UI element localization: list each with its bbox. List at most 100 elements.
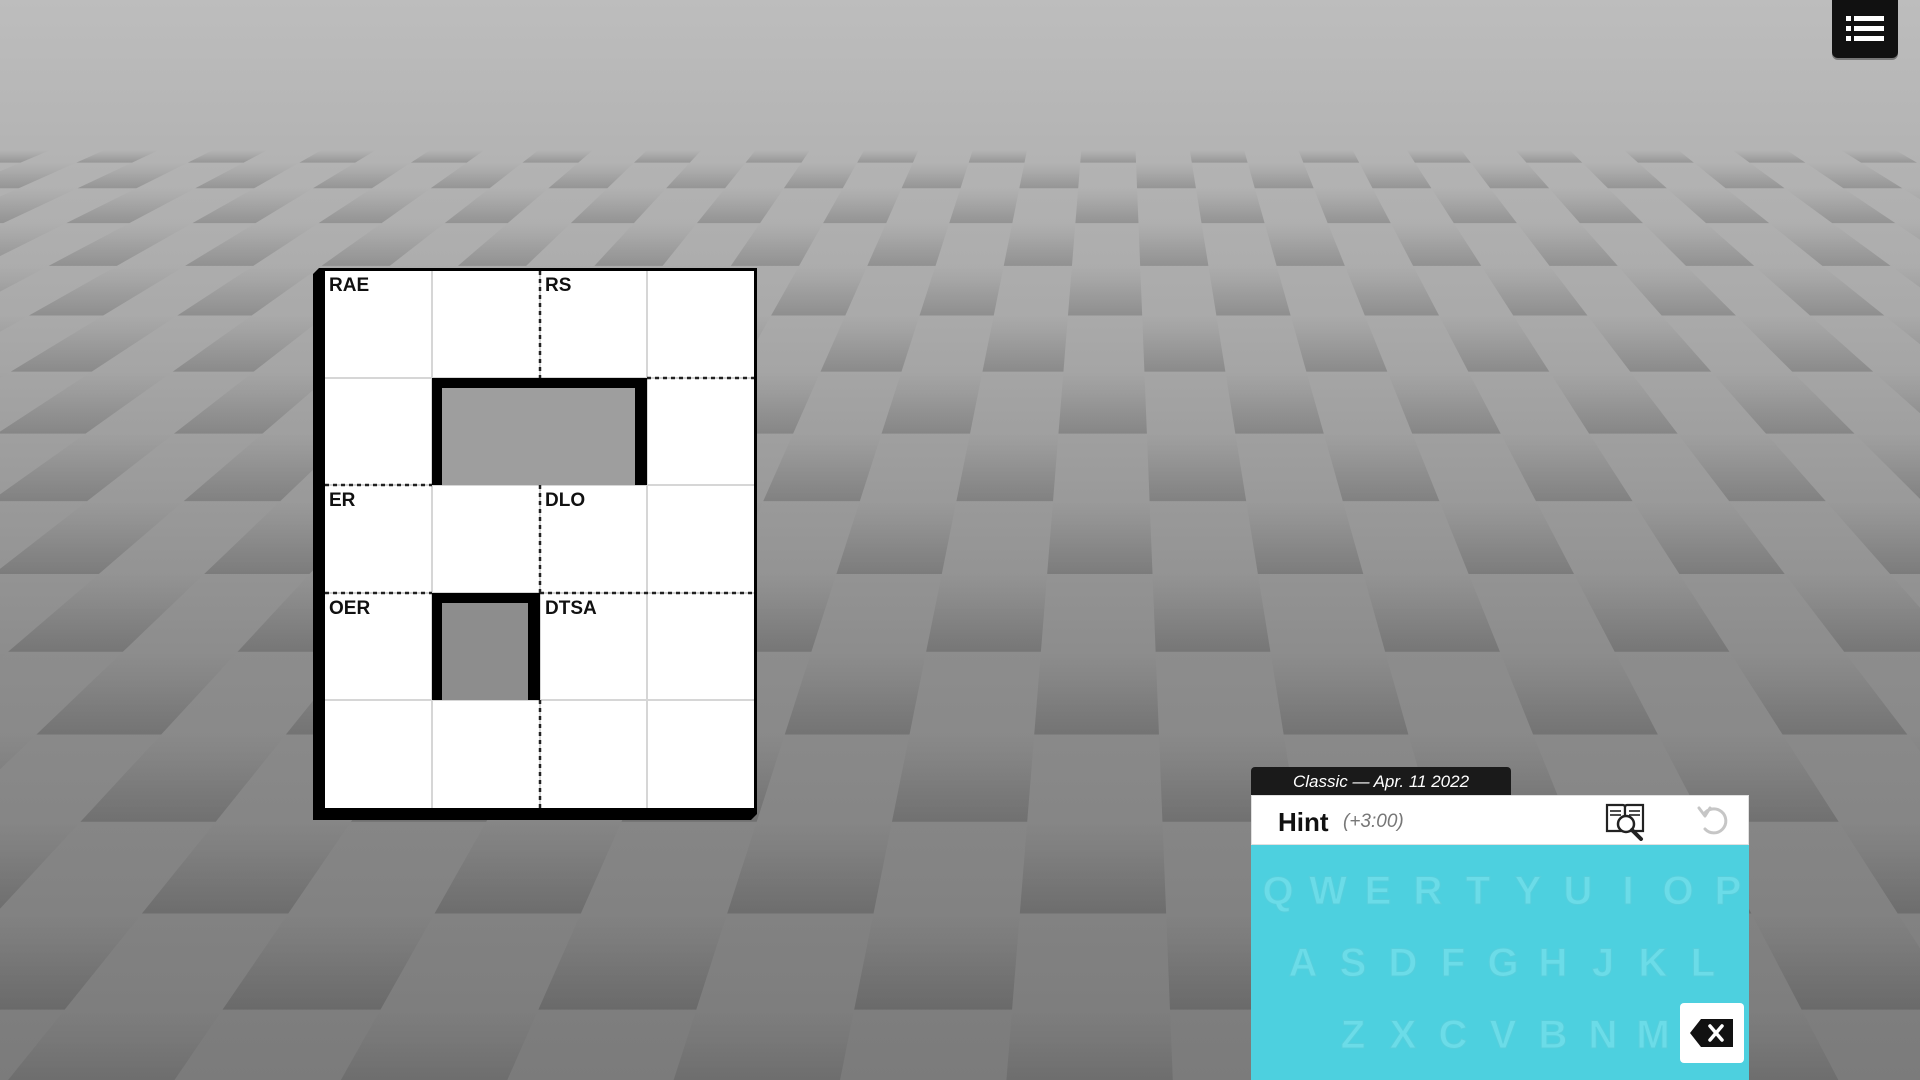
floor-tile bbox=[77, 162, 188, 189]
key-z[interactable]: Z bbox=[1330, 1005, 1376, 1065]
book-magnifier-icon[interactable] bbox=[1604, 801, 1646, 841]
key-j[interactable]: J bbox=[1580, 933, 1626, 993]
hint-penalty: (+3:00) bbox=[1343, 811, 1404, 832]
floor-tile bbox=[76, 150, 159, 163]
key-c[interactable]: C bbox=[1430, 1005, 1476, 1065]
floor-tile bbox=[836, 501, 957, 574]
hint-button[interactable]: Hint bbox=[1278, 807, 1329, 838]
key-h[interactable]: H bbox=[1530, 933, 1576, 993]
floor-tile bbox=[1138, 223, 1209, 266]
floor-tile bbox=[1499, 651, 1658, 735]
key-s[interactable]: S bbox=[1330, 933, 1376, 993]
undo-icon[interactable] bbox=[1696, 802, 1734, 840]
clue-label: DLO bbox=[545, 490, 586, 511]
floor-tile bbox=[195, 162, 300, 189]
floor-tile bbox=[666, 162, 746, 189]
floor-tile bbox=[1754, 265, 1885, 316]
floor-tile bbox=[1067, 265, 1143, 316]
floor-tile bbox=[430, 162, 523, 189]
floor-tile bbox=[1902, 188, 1920, 200]
floor-tile bbox=[1264, 223, 1345, 266]
key-l[interactable]: L bbox=[1680, 933, 1726, 993]
grid-hole bbox=[432, 378, 647, 485]
floor-tile bbox=[1895, 223, 1920, 240]
floor-tile bbox=[1152, 573, 1271, 652]
floor-tile bbox=[312, 162, 411, 189]
key-b[interactable]: B bbox=[1530, 1005, 1576, 1065]
floor-tile bbox=[1136, 162, 1196, 189]
hint-bar: Hint (+3:00) bbox=[1251, 795, 1749, 845]
floor-tile bbox=[1693, 162, 1785, 189]
key-g[interactable]: G bbox=[1480, 933, 1526, 993]
key-y[interactable]: Y bbox=[1505, 861, 1551, 921]
floor-tile bbox=[926, 573, 1048, 652]
floor-tile bbox=[444, 188, 549, 224]
key-w[interactable]: W bbox=[1305, 861, 1351, 921]
floor-tile bbox=[1439, 501, 1574, 574]
backspace-icon bbox=[1690, 1019, 1733, 1047]
floor-tile bbox=[1840, 150, 1917, 163]
puzzle-grid[interactable]: RAE RS ER DLO OER DTSA bbox=[325, 271, 754, 808]
floor-tile bbox=[673, 1009, 855, 1080]
floor-tile bbox=[187, 150, 268, 163]
key-label: G bbox=[1487, 940, 1519, 985]
floor-tile bbox=[1632, 501, 1785, 574]
key-x[interactable]: X bbox=[1380, 1005, 1426, 1065]
backspace-button[interactable] bbox=[1680, 1003, 1744, 1063]
key-f[interactable]: F bbox=[1430, 933, 1476, 993]
floor-tile bbox=[1270, 651, 1409, 735]
key-v[interactable]: V bbox=[1480, 1005, 1526, 1065]
floor-tile bbox=[0, 371, 11, 379]
floor-tile bbox=[1907, 734, 1920, 752]
floor-tile bbox=[538, 913, 728, 1010]
floor-tile bbox=[0, 371, 173, 434]
key-u[interactable]: U bbox=[1555, 861, 1601, 921]
key-e[interactable]: E bbox=[1355, 861, 1401, 921]
clue-label: RS bbox=[545, 275, 572, 296]
key-m[interactable]: M bbox=[1630, 1005, 1676, 1065]
floor-tile bbox=[1019, 821, 1167, 914]
key-n[interactable]: N bbox=[1580, 1005, 1626, 1065]
puzzle-date-label: Classic — Apr. 11 2022 bbox=[1251, 767, 1511, 797]
key-label: M bbox=[1636, 1012, 1670, 1057]
key-label: P bbox=[1714, 868, 1742, 913]
floor-tile bbox=[823, 188, 902, 224]
key-t[interactable]: T bbox=[1455, 861, 1501, 921]
floor-tile bbox=[1246, 501, 1364, 574]
floor-tile bbox=[820, 315, 920, 372]
key-label: W bbox=[1309, 868, 1348, 913]
clue-label: DTSA bbox=[545, 598, 597, 619]
floor-tile bbox=[548, 162, 635, 189]
floor-tile bbox=[340, 1009, 539, 1080]
floor-tile bbox=[1047, 501, 1153, 574]
floor-tile bbox=[141, 821, 351, 914]
floor-tile bbox=[784, 651, 927, 735]
key-o[interactable]: O bbox=[1655, 861, 1701, 921]
key-label: X bbox=[1389, 1012, 1417, 1057]
key-d[interactable]: D bbox=[1380, 933, 1426, 993]
floor-tile bbox=[185, 223, 319, 266]
menu-button[interactable] bbox=[1832, 0, 1898, 58]
floor-tile bbox=[1390, 223, 1482, 266]
floor-tile bbox=[1344, 265, 1440, 316]
key-label: Z bbox=[1340, 1012, 1366, 1057]
floor-tile bbox=[173, 371, 335, 434]
floor-tile bbox=[1549, 371, 1678, 434]
floor-tile bbox=[730, 223, 824, 266]
floor-tile bbox=[1573, 573, 1730, 652]
floor-tile bbox=[1729, 651, 1908, 735]
floor-tile bbox=[410, 150, 485, 163]
floor-tile bbox=[968, 150, 1028, 163]
key-i[interactable]: I bbox=[1605, 861, 1651, 921]
floor-tile bbox=[1890, 265, 1920, 288]
key-p[interactable]: P bbox=[1705, 861, 1751, 921]
key-r[interactable]: R bbox=[1405, 861, 1451, 921]
floor-tile bbox=[1034, 651, 1159, 735]
floor-tile bbox=[172, 315, 326, 372]
floor-tile bbox=[1439, 315, 1550, 372]
clue-label: RAE bbox=[329, 275, 370, 296]
key-q[interactable]: Q bbox=[1255, 861, 1301, 921]
key-a[interactable]: A bbox=[1280, 933, 1326, 993]
key-k[interactable]: K bbox=[1630, 933, 1676, 993]
floor-tile bbox=[727, 821, 892, 914]
